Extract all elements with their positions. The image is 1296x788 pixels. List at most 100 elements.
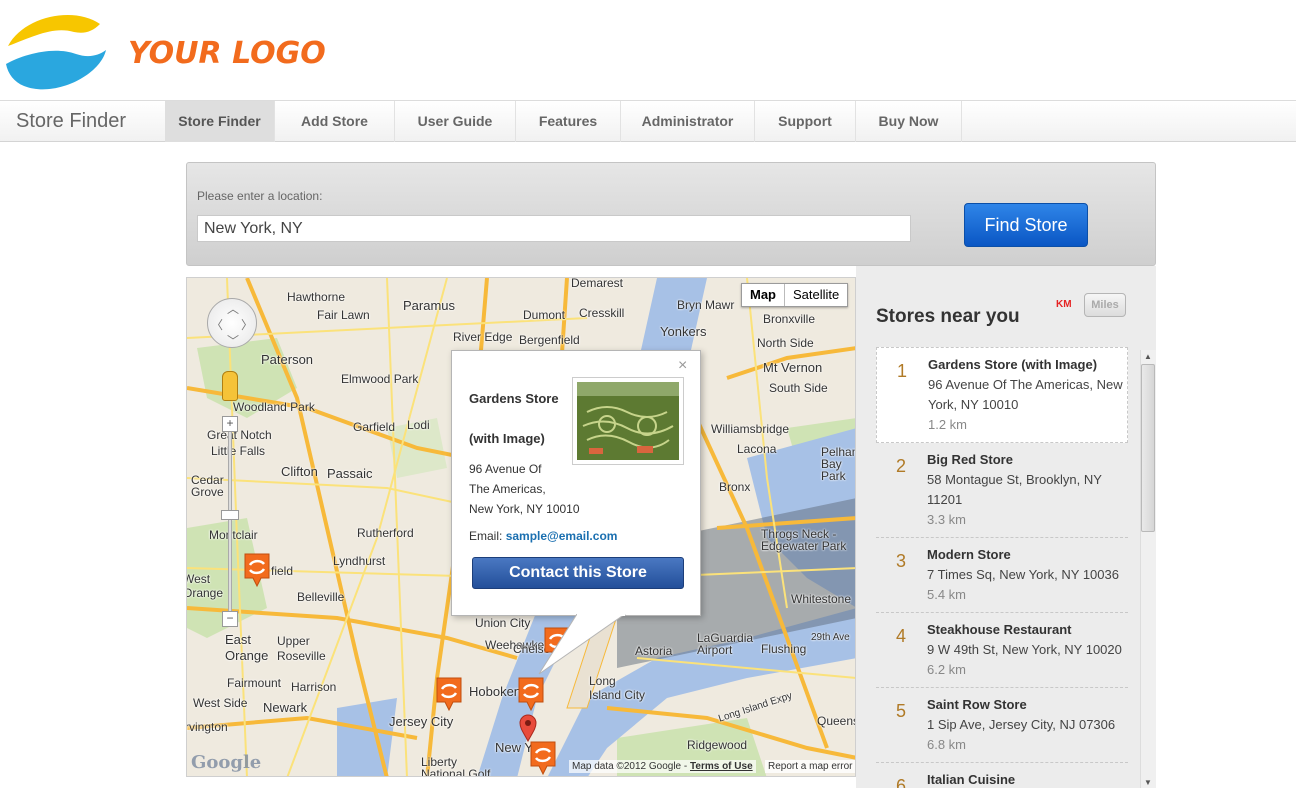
info-address-line-2: The Americas, [469,482,546,496]
map-label-river-edge: River Edge [453,330,513,344]
map-label-montclair: Montclair [209,528,258,542]
store-result-item[interactable]: 1 Gardens Store (with Image) 96 Avenue O… [876,347,1128,443]
result-name[interactable]: Steakhouse Restaurant [927,620,1128,640]
store-result-item[interactable]: 2 Big Red Store 58 Montague St, Brooklyn… [876,443,1128,538]
result-name[interactable]: Modern Store [927,545,1128,565]
result-distance: 1.2 km [928,417,968,432]
scroll-up-icon[interactable]: ▲ [1144,352,1152,361]
map-type-satellite-button[interactable]: Satellite [785,284,847,306]
map-label-garfield: Garfield [353,420,396,434]
map[interactable]: Hawthorne Paramus Demarest Bryn Mawr Yon… [186,277,856,777]
map-label-bergenfield: Bergenfield [519,333,580,347]
scroll-down-icon[interactable]: ▼ [1144,778,1152,787]
map-label-lacona: Lacona [737,442,777,456]
unit-miles-button[interactable]: Miles [1084,293,1126,317]
map-label-lodi: Lodi [407,418,430,432]
zoom-out-button[interactable]: − [222,611,238,627]
result-number: 4 [896,626,907,646]
store-result-item[interactable]: 6 Italian Cuisine [876,763,1128,788]
result-number: 3 [896,551,907,571]
result-name[interactable]: Big Red Store [927,450,1128,470]
zoom-slider[interactable] [228,423,232,623]
tab-add-store[interactable]: Add Store [275,101,395,142]
map-type-control: Map Satellite [741,283,849,307]
map-label-south-side: South Side [769,381,828,395]
logo-icon [6,15,106,90]
map-label-irvington: rvington [186,720,228,734]
street-view-pegman-icon[interactable] [222,371,238,401]
map-label-williamsbridge: Williamsbridge [711,422,790,436]
map-label-astoria: Astoria [635,644,673,658]
result-name[interactable]: Saint Row Store [927,695,1128,715]
close-icon[interactable]: × [678,357,687,375]
result-distance: 6.8 km [927,737,967,752]
tab-buy-now[interactable]: Buy Now [856,101,962,142]
map-label-great-notch: Great Notch [207,428,272,442]
nav-brand[interactable]: Store Finder [16,110,126,133]
terms-of-use-link[interactable]: Terms of Use [690,761,753,772]
store-result-item[interactable]: 3 Modern Store 7 Times Sq, New York, NY … [876,538,1128,613]
map-label-hoboken: Hoboken [469,684,522,699]
pan-left-icon[interactable]: 〈 [211,316,223,333]
pan-right-icon[interactable]: 〉 [241,316,253,333]
find-store-button[interactable]: Find Store [964,203,1088,247]
map-label-liberty-national: Liberty National Golf Course [421,755,491,777]
result-address: 9 W 49th St, New York, NY 10020 [927,642,1122,657]
map-label-woodland-park: Woodland Park [233,400,315,414]
info-store-name: Gardens Store (with Image) [469,379,569,459]
garden-image-icon [577,382,679,460]
map-label-queens: Queens [817,714,856,728]
location-pin-icon[interactable] [519,714,537,742]
google-logo[interactable]: Google [191,752,261,773]
result-distance: 3.3 km [927,512,967,527]
info-window-pointer [538,614,626,675]
tab-user-guide[interactable]: User Guide [395,101,516,142]
results-scroll-thumb[interactable] [1141,364,1155,532]
pan-up-icon[interactable]: ︿ [227,300,239,317]
location-input[interactable] [197,215,911,242]
unit-km-toggle[interactable]: KM [1056,299,1072,310]
result-distance: 5.4 km [927,587,967,602]
store-marker-icon[interactable] [529,740,557,776]
tab-administrator[interactable]: Administrator [621,101,755,142]
map-label-fair-lawn: Fair Lawn [317,308,370,322]
info-email-label: Email: [469,529,503,543]
map-label-clifton: Clifton [281,464,318,479]
info-address: 96 Avenue Of The Americas, New York, NY … [469,459,580,519]
contact-store-button[interactable]: Contact this Store [472,557,684,589]
result-name[interactable]: Gardens Store (with Image) [928,355,1127,375]
zoom-in-button[interactable]: + [222,416,238,432]
result-name[interactable]: Italian Cuisine [927,770,1128,788]
store-results-list: 1 Gardens Store (with Image) 96 Avenue O… [876,347,1130,788]
map-label-hawthorne: Hawthorne [287,290,346,304]
store-result-item[interactable]: 4 Steakhouse Restaurant 9 W 49th St, New… [876,613,1128,688]
report-map-error-link[interactable]: Report a map error [765,760,855,773]
map-label-upper-roseville: Upper Roseville [277,634,326,663]
map-type-map-button[interactable]: Map [742,284,785,306]
info-email-link[interactable]: sample@email.com [506,529,618,543]
map-label-jersey-city: Jersey City [389,714,454,729]
result-number: 2 [896,456,907,476]
info-email: Email: sample@email.com [469,529,617,543]
map-label-belleville: Belleville [297,590,345,604]
tab-store-finder[interactable]: Store Finder [165,101,275,142]
map-label-cresskill: Cresskill [579,306,625,320]
tab-support[interactable]: Support [755,101,856,142]
map-label-throgs-neck: Throgs Neck - Edgewater Park [761,527,847,553]
pan-down-icon[interactable]: ﹀ [227,332,239,349]
zoom-slider-thumb[interactable] [221,510,239,520]
store-marker-icon[interactable] [243,552,271,588]
map-label-little-falls: Little Falls [211,444,266,458]
pan-control[interactable]: ︿ ﹀ 〈 〉 [207,298,257,348]
map-label-mt-vernon: Mt Vernon [763,360,823,375]
map-label-union-city: Union City [475,616,531,630]
store-result-item[interactable]: 5 Saint Row Store 1 Sip Ave, Jersey City… [876,688,1128,763]
tab-features[interactable]: Features [516,101,621,142]
store-marker-icon[interactable] [517,676,545,712]
map-label-fairmount: Fairmount [227,676,282,690]
store-marker-icon[interactable] [435,676,463,712]
info-title-line-2: (with Image) [469,431,545,446]
map-label-yonkers: Yonkers [660,324,707,339]
map-label-long-island-city: Long Island City [589,674,646,702]
map-label-flushing: Flushing [761,642,807,656]
